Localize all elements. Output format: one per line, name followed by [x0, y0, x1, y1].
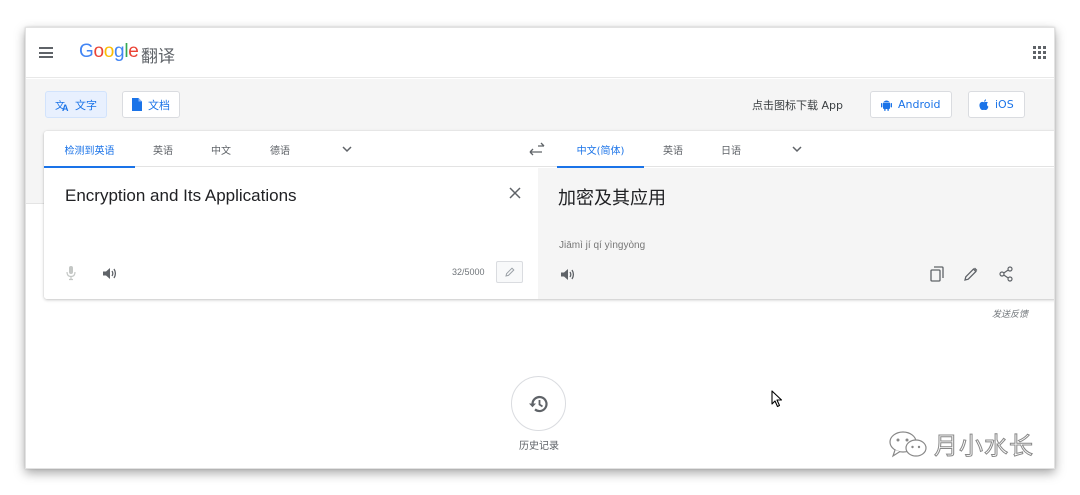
target-speaker-icon[interactable] — [560, 268, 575, 281]
clear-text-icon[interactable] — [508, 186, 522, 200]
source-edit-button[interactable] — [496, 261, 523, 283]
translation-card: 检测到英语 英语 中文 德语 中文(简体) 英语 日语 Encryption a… — [44, 131, 1054, 299]
history-icon — [528, 395, 548, 412]
target-lang-english-tab[interactable]: 英语 — [654, 131, 692, 167]
source-lang-chinese-tab[interactable]: 中文 — [202, 131, 240, 167]
svg-text:A: A — [62, 103, 69, 111]
target-lang-japanese-tab[interactable]: 日语 — [712, 131, 750, 167]
mouse-pointer-icon — [771, 390, 783, 408]
source-lang-detected-tab[interactable]: 检测到英语 — [44, 131, 135, 168]
watermark-text: 月小水长 — [934, 432, 1034, 461]
source-text-input[interactable]: Encryption and Its Applications — [65, 186, 297, 206]
share-icon[interactable] — [999, 266, 1013, 282]
translated-text: 加密及其应用 — [558, 188, 666, 209]
language-bar: 检测到英语 英语 中文 德语 中文(简体) 英语 日语 — [44, 131, 1054, 168]
apps-grid-icon[interactable] — [1033, 46, 1046, 59]
text-mode-button[interactable]: 文 A 文字 — [45, 91, 107, 118]
android-download-button[interactable]: Android — [870, 91, 952, 118]
history-label: 历史记录 — [519, 441, 559, 452]
logo-letter: o — [103, 41, 115, 62]
pencil-icon — [504, 267, 515, 277]
ios-download-button[interactable]: iOS — [968, 91, 1025, 118]
edit-translation-icon[interactable] — [964, 267, 978, 281]
target-more-languages-chevron-icon[interactable] — [792, 144, 802, 154]
copy-icon[interactable] — [930, 266, 944, 282]
logo-letter: e — [128, 41, 139, 62]
source-lang-english-tab[interactable]: 英语 — [144, 131, 182, 167]
download-app-text: 点击图标下载 App — [752, 99, 843, 112]
wechat-logo-icon — [889, 430, 927, 457]
target-pane: 加密及其应用 Jiāmì jí qí yìngyòng — [538, 168, 1054, 299]
ios-label: iOS — [995, 98, 1014, 111]
swap-languages-icon[interactable] — [529, 142, 545, 156]
document-mode-button[interactable]: 文档 — [122, 91, 180, 118]
pinyin-transliteration: Jiāmì jí qí yìngyòng — [559, 240, 646, 251]
source-more-languages-chevron-icon[interactable] — [342, 144, 352, 154]
send-feedback-link[interactable]: 发送反馈 — [992, 307, 1028, 320]
source-lang-german-tab[interactable]: 德语 — [261, 131, 299, 167]
text-mode-label: 文字 — [75, 98, 97, 112]
logo-letter: o — [93, 41, 104, 62]
android-icon — [881, 100, 892, 111]
translate-icon: 文 A — [55, 99, 69, 111]
wechat-watermark: 月小水长 — [888, 426, 1034, 461]
product-name: 翻译 — [141, 47, 175, 67]
source-pane[interactable]: Encryption and Its Applications 32/5000 — [44, 168, 538, 299]
document-mode-label: 文档 — [148, 98, 170, 112]
browser-viewport: Google 翻译 文 A 文字 文档 点击图标下载 App Android i… — [25, 27, 1055, 469]
source-speaker-icon[interactable] — [102, 267, 117, 280]
target-lang-chinese-simplified-tab[interactable]: 中文(简体) — [557, 131, 644, 168]
apple-icon — [979, 98, 989, 110]
android-label: Android — [898, 98, 941, 111]
logo-letter: g — [114, 41, 125, 62]
document-icon — [132, 98, 142, 111]
app-header: Google 翻译 — [26, 28, 1054, 78]
character-count: 32/5000 — [452, 267, 485, 277]
google-logo[interactable]: Google — [79, 41, 139, 63]
logo-letter: G — [79, 41, 94, 62]
microphone-icon[interactable] — [66, 265, 76, 281]
hamburger-menu-icon[interactable] — [39, 47, 53, 58]
history-button[interactable] — [511, 376, 566, 431]
